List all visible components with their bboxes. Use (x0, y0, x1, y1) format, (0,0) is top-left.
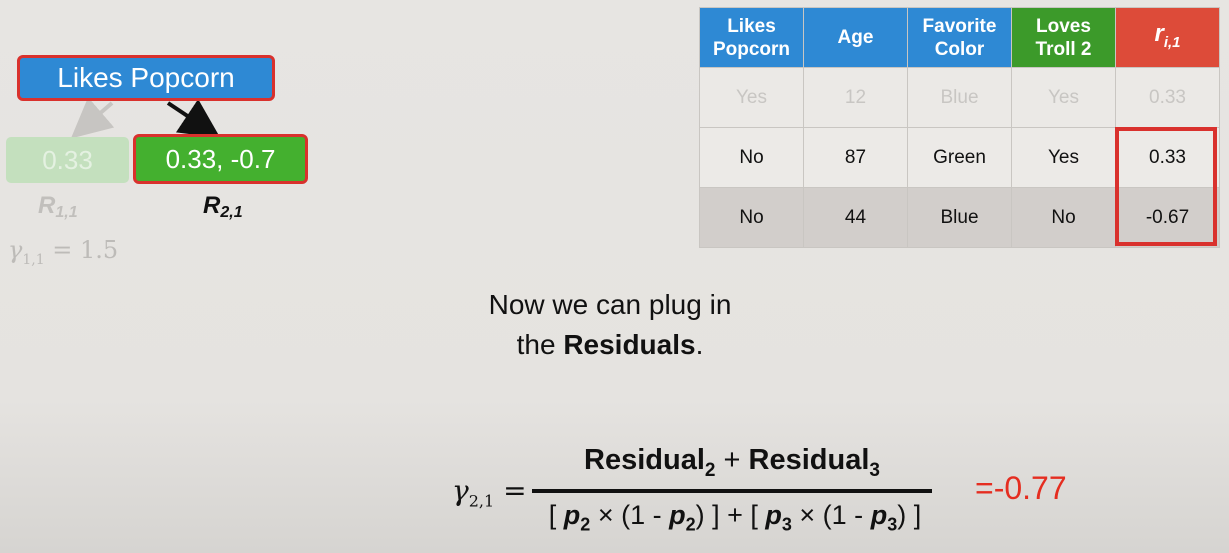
formula-numerator: Residual2 + Residual3 (584, 444, 880, 481)
caption-text: Now we can plug in the Residuals. (420, 285, 800, 365)
table-row: Yes 12 Blue Yes 0.33 (699, 67, 1220, 128)
table-cell: 87 (803, 127, 908, 188)
formula-fraction-bar (532, 489, 932, 493)
arrow-right (166, 99, 221, 138)
table-cell: Blue (907, 187, 1012, 248)
table-cell: No (1011, 187, 1116, 248)
caption-line-2: the Residuals. (516, 329, 704, 360)
table-cell: Blue (907, 67, 1012, 128)
table-cell: No (699, 127, 804, 188)
table-cell: 0.33 (1115, 67, 1220, 128)
leaf-right-label: R2,1 (203, 192, 243, 221)
header-favorite-color: Favorite Color (907, 7, 1012, 68)
header-likes-popcorn: Likes Popcorn (699, 7, 804, 68)
header-loves-troll-2: Loves Troll 2 (1011, 7, 1116, 68)
table-cell: Yes (699, 67, 804, 128)
root-node-likes-popcorn: Likes Popcorn (17, 55, 275, 101)
table-cell: No (699, 187, 804, 248)
leaf-left-value: 0.33 (6, 137, 129, 183)
header-age: Age (803, 7, 908, 68)
gamma-1-1-value: γ1,1 = 1.5 (8, 236, 119, 268)
table-cell: 44 (803, 187, 908, 248)
header-residual: ri,1 (1115, 7, 1220, 68)
table-cell: Green (907, 127, 1012, 188)
leaf-left-label: R1,1 (38, 192, 78, 221)
table-cell: 12 (803, 67, 908, 128)
formula-denominator: [ p2 × (1 - p2) ] + [ p3 × (1 - p3) ] (548, 500, 922, 535)
formula-result: =-0.77 (975, 470, 1067, 506)
caption-line-1: Now we can plug in (488, 289, 732, 320)
table-header-row: Likes Popcorn Age Favorite Color Loves Trol… (699, 7, 1220, 68)
table-cell: Yes (1011, 67, 1116, 128)
leaf-right-value: 0.33, -0.7 (133, 134, 308, 184)
arrow-left (70, 97, 115, 139)
residual-highlight-box (1115, 127, 1217, 246)
table-cell: Yes (1011, 127, 1116, 188)
